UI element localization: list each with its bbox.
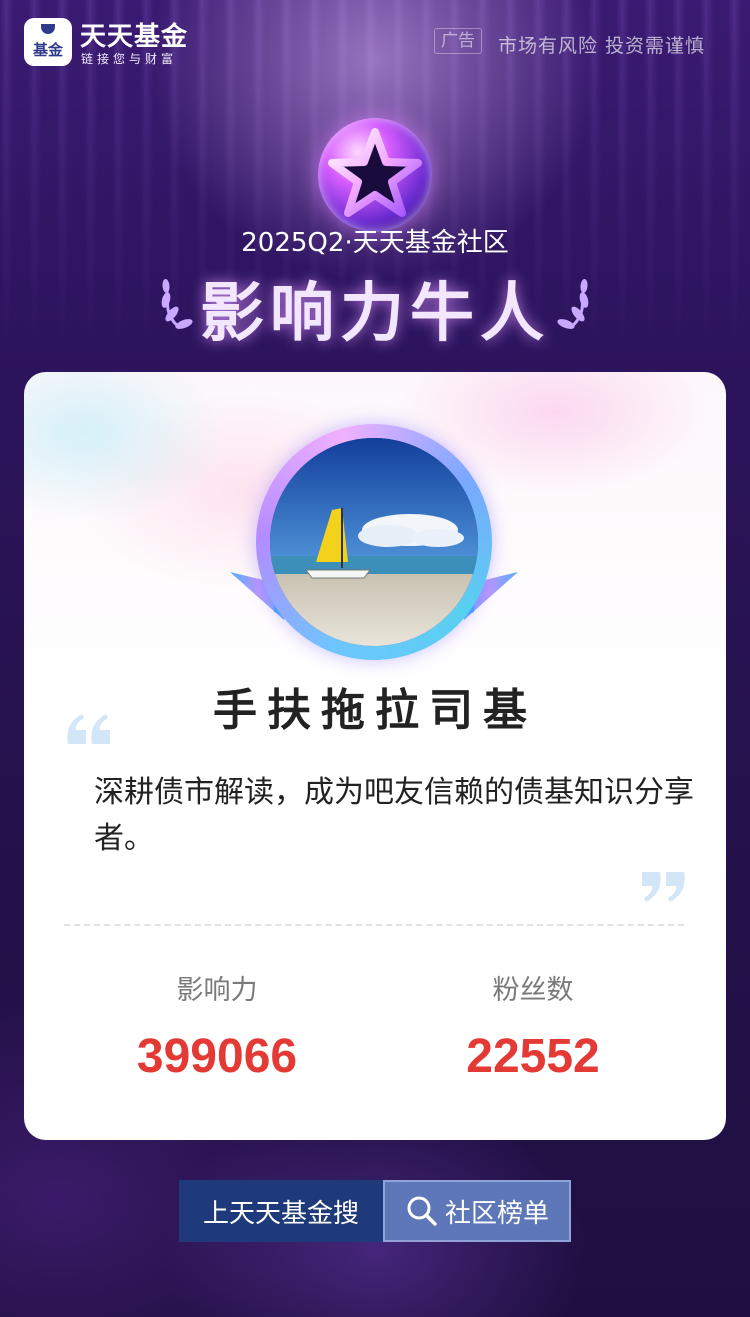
stat-label: 影响力 — [176, 975, 258, 1006]
app-logo: 基金 — [24, 18, 72, 66]
page-title: 影响力牛人 — [200, 277, 550, 351]
right-laurel-icon — [557, 279, 589, 330]
quote-close-icon — [642, 872, 685, 902]
divider — [64, 924, 684, 926]
bio-text: 深耕债市解读，成为吧友信赖的债基知识分享者。 — [94, 775, 694, 856]
stat-followers: 粉丝数 22552 — [408, 968, 658, 1084]
search-icon — [407, 1196, 437, 1226]
season-label: 2025Q2·天天基金社区 — [241, 228, 509, 258]
stat-label: 粉丝数 — [492, 975, 574, 1006]
username: 手扶拖拉司基 — [213, 685, 537, 736]
risk-notice: 市场有风险 投资需谨慎 — [498, 35, 706, 57]
star-badge-icon — [318, 118, 432, 232]
ad-tag: 广告 — [434, 28, 482, 54]
stat-value: 399066 — [136, 1030, 298, 1083]
stat-value: 22552 — [466, 1030, 600, 1083]
search-app-label: 上天天基金搜 — [202, 1198, 359, 1229]
community-rank-label: 社区榜单 — [444, 1198, 549, 1229]
logo-mark-icon — [41, 24, 55, 34]
search-app-button[interactable]: 上天天基金搜 — [179, 1180, 383, 1242]
brand-name: 天天基金 — [80, 22, 189, 52]
brand-slogan: 链接您与财富 — [81, 52, 178, 66]
community-rank-button[interactable]: 社区榜单 — [383, 1180, 571, 1242]
avatar-image — [270, 438, 478, 646]
logo-text: 基金 — [32, 41, 63, 59]
quote-open-icon — [67, 714, 110, 744]
profile-card: 手扶拖拉司基 深耕债市解读，成为吧友信赖的债基知识分享者。 影响力 399066… — [24, 372, 726, 1140]
stat-influence: 影响力 399066 — [92, 968, 342, 1084]
avatar[interactable] — [256, 424, 492, 660]
